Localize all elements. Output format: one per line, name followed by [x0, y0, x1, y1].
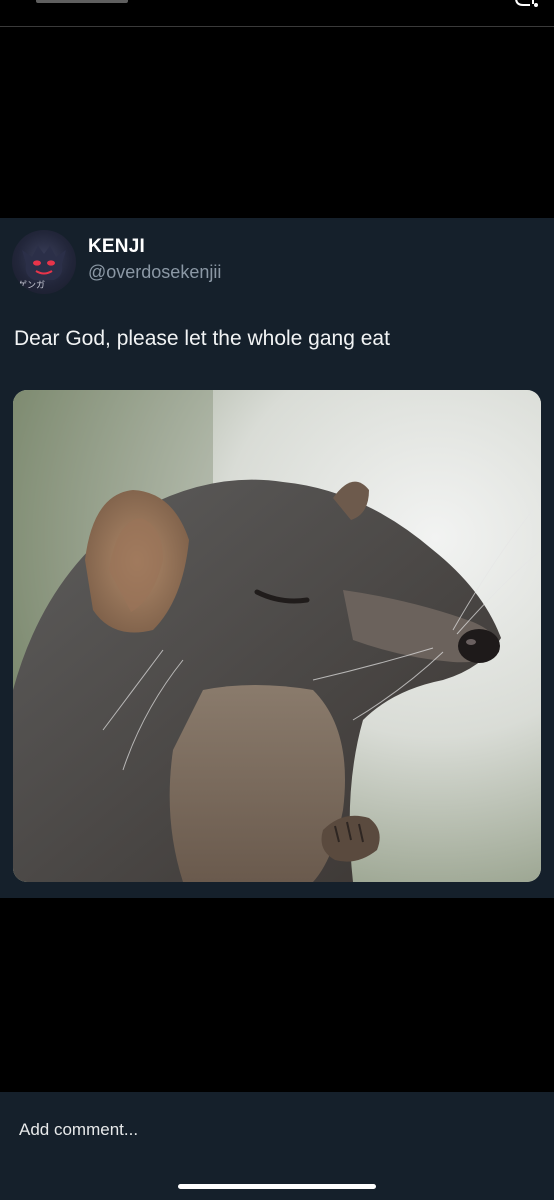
screen: ゲンガ KENJI @overdosekenjii Dear God, plea…	[0, 0, 554, 1200]
display-name[interactable]: KENJI	[88, 236, 145, 258]
user-handle[interactable]: @overdosekenjii	[88, 262, 221, 283]
photo-rodent-icon	[13, 390, 541, 882]
top-handle-pill	[36, 0, 128, 3]
avatar[interactable]: ゲンガ	[12, 230, 76, 294]
top-bar	[0, 0, 554, 40]
comment-input[interactable]: Add comment...	[19, 1120, 138, 1140]
tweet-media-photo[interactable]	[13, 390, 541, 882]
tweet-card[interactable]: ゲンガ KENJI @overdosekenjii Dear God, plea…	[0, 218, 554, 898]
home-indicator[interactable]	[178, 1184, 376, 1189]
tweet-text: Dear God, please let the whole gang eat	[14, 327, 390, 350]
top-divider	[0, 26, 554, 27]
ghost-avatar-icon: ゲンガ	[18, 246, 66, 291]
share-arrow-icon[interactable]	[514, 0, 540, 10]
avatar-text: ゲンガ	[18, 279, 45, 291]
